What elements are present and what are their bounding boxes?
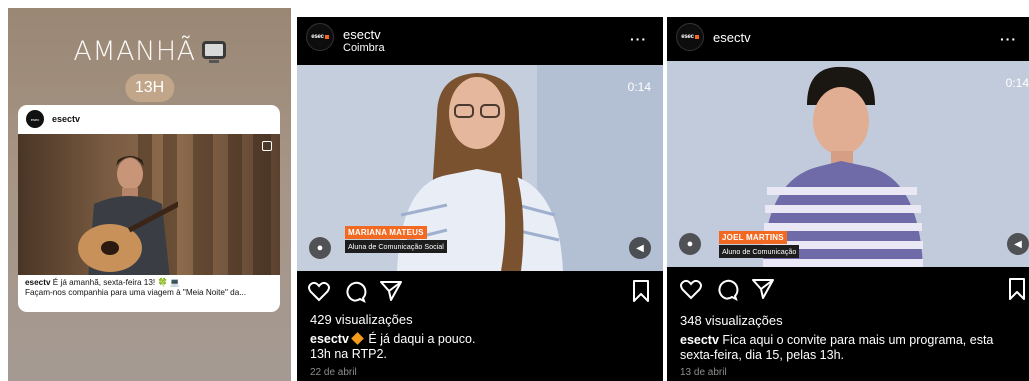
- heart-icon[interactable]: [679, 277, 703, 301]
- more-icon[interactable]: ···: [630, 31, 647, 47]
- lower-third-role: Aluno de Comunicação: [719, 245, 800, 258]
- avatar[interactable]: esec: [676, 23, 704, 51]
- video-timer: 0:14: [627, 80, 651, 94]
- action-bar: [297, 279, 663, 305]
- tv-icon: [201, 41, 226, 63]
- story-title: AMANHÃ: [8, 36, 291, 67]
- sound-icon[interactable]: ◀: [1007, 233, 1029, 255]
- lower-third-name: JOEL MARTINS: [719, 231, 787, 244]
- shared-post-card[interactable]: esec esectv esectv É já amanhã, sexta-fe…: [18, 105, 280, 312]
- comment-icon[interactable]: [715, 277, 739, 301]
- post-date: 22 de abril: [310, 367, 357, 378]
- post-location[interactable]: Coimbra: [343, 42, 385, 54]
- video-timer: 0:14: [1005, 76, 1029, 90]
- bookmark-icon[interactable]: [1005, 277, 1029, 301]
- card-photo: [18, 134, 280, 275]
- post-header: esec esectv Coimbra ···: [297, 17, 663, 63]
- heart-icon[interactable]: [307, 279, 331, 303]
- user-tag-icon[interactable]: ●: [679, 233, 701, 255]
- user-tag-icon[interactable]: ●: [309, 237, 331, 259]
- story-time-pill: 13H: [124, 74, 175, 102]
- post-caption: esectv É já daqui a pouco. 13h na RTP2.: [310, 332, 476, 361]
- post-username[interactable]: esectv: [343, 27, 381, 42]
- sound-icon[interactable]: ◀: [629, 237, 651, 259]
- avatar[interactable]: esec: [306, 23, 334, 51]
- post-caption: esectv Fica aqui o convite para mais um …: [680, 333, 994, 362]
- multi-image-icon: [262, 141, 272, 151]
- post-header: esec esectv ···: [667, 17, 1029, 63]
- lower-third-role: Aluna de Comunicação Social: [345, 240, 447, 253]
- story-panel[interactable]: AMANHÃ 13H esec esectv esectv É já amanh…: [8, 8, 291, 381]
- card-username: esectv: [52, 114, 81, 124]
- instagram-post: esec esectv ··· 0:14 JOEL MARTINS Aluno …: [667, 17, 1029, 381]
- more-icon[interactable]: ···: [1000, 31, 1017, 47]
- lower-third: MARIANA MATEUS Aluna de Comunicação Soci…: [345, 222, 447, 253]
- musician-figure: [78, 156, 178, 275]
- share-icon[interactable]: [751, 277, 775, 301]
- card-header: esec esectv: [18, 105, 280, 133]
- action-bar: [667, 277, 1029, 303]
- avatar: esec: [26, 110, 44, 128]
- lower-third-name: MARIANA MATEUS: [345, 226, 427, 239]
- share-icon[interactable]: [379, 279, 403, 303]
- post-username[interactable]: esectv: [713, 30, 751, 45]
- lower-third: JOEL MARTINS Aluno de Comunicação: [719, 227, 800, 258]
- post-video[interactable]: 0:14 JOEL MARTINS Aluno de Comunicação ●…: [667, 61, 1029, 267]
- bookmark-icon[interactable]: [629, 279, 653, 303]
- instagram-post: esec esectv Coimbra ··· 0:14 MARIANA MAT…: [297, 17, 663, 381]
- views-count[interactable]: 429 visualizações: [310, 312, 413, 327]
- post-date: 13 de abril: [680, 367, 727, 378]
- comment-icon[interactable]: [343, 279, 367, 303]
- post-video[interactable]: 0:14 MARIANA MATEUS Aluna de Comunicação…: [297, 65, 663, 271]
- views-count[interactable]: 348 visualizações: [680, 313, 783, 328]
- card-caption: esectv É já amanhã, sexta-feira 13! 🍀 💻 …: [25, 278, 247, 297]
